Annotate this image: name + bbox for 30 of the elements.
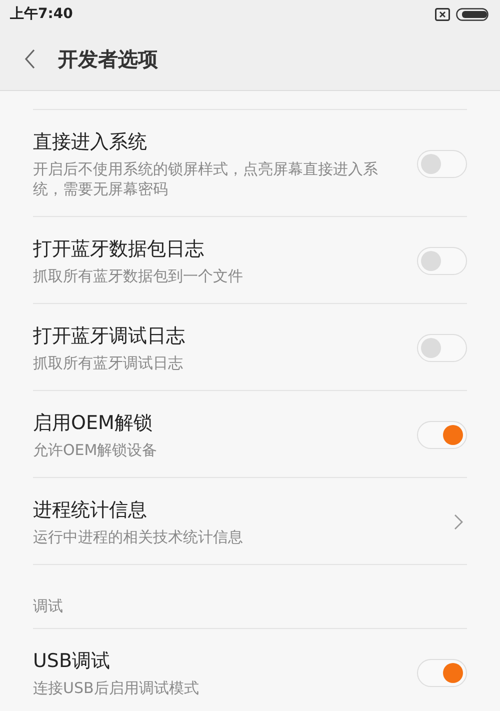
setting-description: 抓取所有蓝牙调试日志	[33, 353, 184, 373]
settings-row[interactable]: 直接进入系统 开启后不使用系统的锁屏样式，点亮屏幕直接进入系统，需要无屏幕密码	[33, 109, 467, 216]
settings-row[interactable]: 打开蓝牙数据包日志 抓取所有蓝牙数据包到一个文件	[33, 216, 467, 303]
setting-title: 直接进入系统	[33, 130, 148, 155]
toggle-switch[interactable]	[417, 334, 467, 362]
settings-row[interactable]: 进程统计信息 运行中进程的相关技术统计信息	[33, 477, 467, 564]
battery-icon	[456, 8, 490, 20]
settings-row[interactable]: 启用OEM解锁 允许OEM解锁设备	[33, 390, 467, 477]
setting-description: 运行中进程的相关技术统计信息	[33, 527, 244, 547]
setting-description: 抓取所有蓝牙数据包到一个文件	[33, 266, 244, 286]
chevron-icon	[454, 514, 463, 530]
toggle-switch[interactable]	[417, 247, 467, 275]
setting-description: 允许OEM解锁设备	[33, 440, 158, 460]
no-sim-icon	[435, 8, 450, 20]
status-time: 上午7:40	[10, 5, 73, 23]
settings-row[interactable]: 打开蓝牙调试日志 抓取所有蓝牙调试日志	[33, 303, 467, 390]
setting-title: 打开蓝牙调试日志	[33, 324, 186, 349]
page-title: 开发者选项	[58, 46, 158, 72]
toggle-switch[interactable]	[417, 659, 467, 687]
setting-title: USB调试	[33, 649, 112, 674]
setting-title: 打开蓝牙数据包日志	[33, 237, 205, 262]
toggle-switch[interactable]	[417, 421, 467, 449]
setting-title: 启用OEM解锁	[33, 411, 154, 436]
toggle-switch[interactable]	[417, 150, 467, 178]
setting-description: 开启后不使用系统的锁屏样式，点亮屏幕直接进入系统，需要无屏幕密码	[33, 159, 379, 199]
setting-title: 进程统计信息	[33, 498, 148, 523]
section-header: 调试	[33, 597, 63, 615]
back-icon	[24, 49, 36, 69]
setting-description: 连接USB后启用调试模式	[33, 678, 200, 698]
settings-row[interactable]: USB调试 连接USB后启用调试模式	[33, 628, 467, 711]
